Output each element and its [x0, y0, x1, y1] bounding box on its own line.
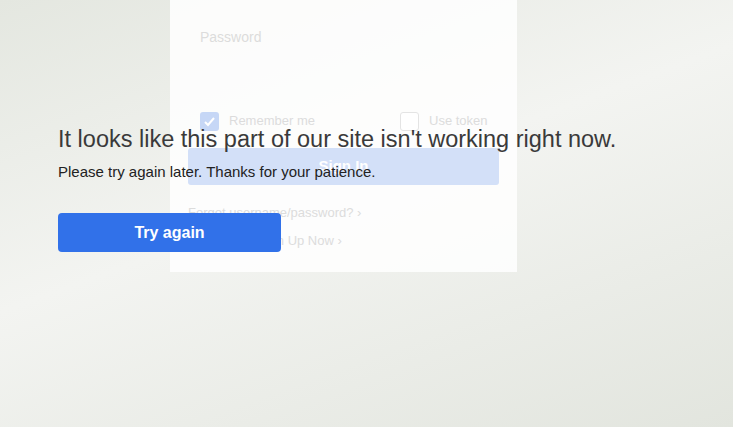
error-message: Please try again later. Thanks for your …: [58, 162, 375, 182]
page: PasswordRemember meUse tokenSign InForgo…: [0, 0, 733, 427]
error-heading: It looks like this part of our site isn'…: [58, 122, 616, 156]
password-field[interactable]: [188, 52, 499, 102]
password-label: Password: [170, 0, 517, 46]
error-overlay: It looks like this part of our site isn'…: [0, 0, 733, 427]
check-icon: [203, 115, 216, 128]
try-again-button[interactable]: Try again: [58, 213, 281, 252]
